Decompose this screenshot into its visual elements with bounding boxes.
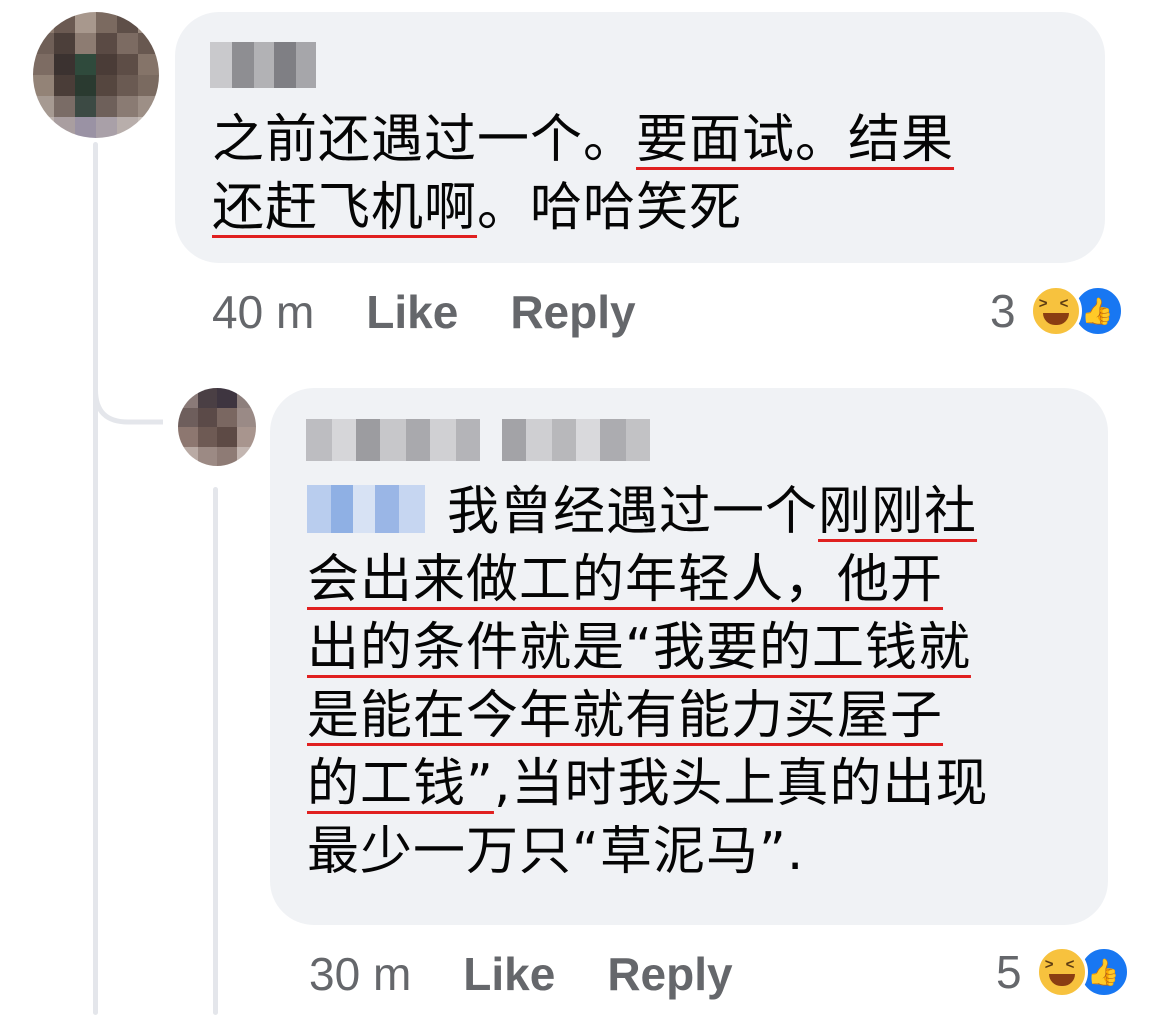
comment-line-2: 会出来做工的年轻人，他开 <box>307 546 988 614</box>
text-segment: 我曾经遇过一个 <box>447 482 819 542</box>
highlighted-text: 会出来做工的年轻人，他开 <box>307 550 944 610</box>
comment-line-4: 是能在今年就有能力买屋子 <box>307 682 988 750</box>
haha-icon: > < <box>1035 946 1088 998</box>
author-name-blurred[interactable] <box>306 419 650 461</box>
reply-bubble: 我曾经遇过一个刚刚社 会出来做工的年轻人，他开 出的条件就是“我要的工钱就 是能… <box>270 388 1108 925</box>
comment-line-2: 还赶飞机啊。哈哈笑死 <box>212 174 954 242</box>
text-segment: 最少一万只“草泥马”. <box>307 822 805 882</box>
comment-line-1: 我曾经遇过一个刚刚社 <box>307 478 988 546</box>
highlighted-text: 还赶飞机啊 <box>212 178 478 238</box>
comment-line-1: 之前还遇过一个。要面试。结果 <box>212 106 954 174</box>
comment-actions: 30 m Like Reply <box>309 947 733 1001</box>
text-segment: ,当时我头上真的出现 <box>493 754 989 814</box>
timestamp[interactable]: 40 m <box>212 285 314 339</box>
text-segment: 。哈哈笑死 <box>477 178 743 238</box>
like-button[interactable]: Like <box>366 285 458 339</box>
reaction-summary[interactable]: 3 > < 👍 <box>990 283 1124 339</box>
highlighted-text: 是能在今年就有能力买屋子 <box>307 686 944 746</box>
thread-line-reply <box>213 487 218 1015</box>
thread-line-main <box>93 142 98 1015</box>
timestamp[interactable]: 30 m <box>309 947 411 1001</box>
reaction-count: 5 <box>996 946 1022 998</box>
reply-button[interactable]: Reply <box>607 947 732 1001</box>
mention-tag-blurred[interactable] <box>307 485 425 533</box>
avatar[interactable] <box>33 12 159 138</box>
comment-line-5: 的工钱”,当时我头上真的出现 <box>307 750 988 818</box>
comment-line-6: 最少一万只“草泥马”. <box>307 818 988 886</box>
like-button[interactable]: Like <box>463 947 555 1001</box>
reaction-summary[interactable]: 5 > < 👍 <box>996 944 1130 1000</box>
avatar[interactable] <box>178 388 256 466</box>
thread-branch-curve <box>93 330 163 425</box>
haha-icon: > < <box>1029 285 1082 337</box>
highlighted-text: 刚刚社 <box>818 482 978 542</box>
comment-text: 之前还遇过一个。要面试。结果 还赶飞机啊。哈哈笑死 <box>212 106 954 242</box>
comment-line-3: 出的条件就是“我要的工钱就 <box>307 614 988 682</box>
author-name-blurred[interactable] <box>210 42 316 88</box>
text-segment: 之前还遇过一个。 <box>212 110 637 170</box>
comment-text: 我曾经遇过一个刚刚社 会出来做工的年轻人，他开 出的条件就是“我要的工钱就 是能… <box>307 478 988 886</box>
highlighted-text: 出的条件就是“我要的工钱就 <box>307 618 971 678</box>
highlighted-text: 的工钱” <box>307 754 494 814</box>
comment-bubble: 之前还遇过一个。要面试。结果 还赶飞机啊。哈哈笑死 <box>175 12 1105 263</box>
reply-button[interactable]: Reply <box>510 285 635 339</box>
comment-actions: 40 m Like Reply <box>212 285 636 339</box>
reaction-count: 3 <box>990 285 1016 337</box>
highlighted-text: 要面试。结果 <box>636 110 955 170</box>
